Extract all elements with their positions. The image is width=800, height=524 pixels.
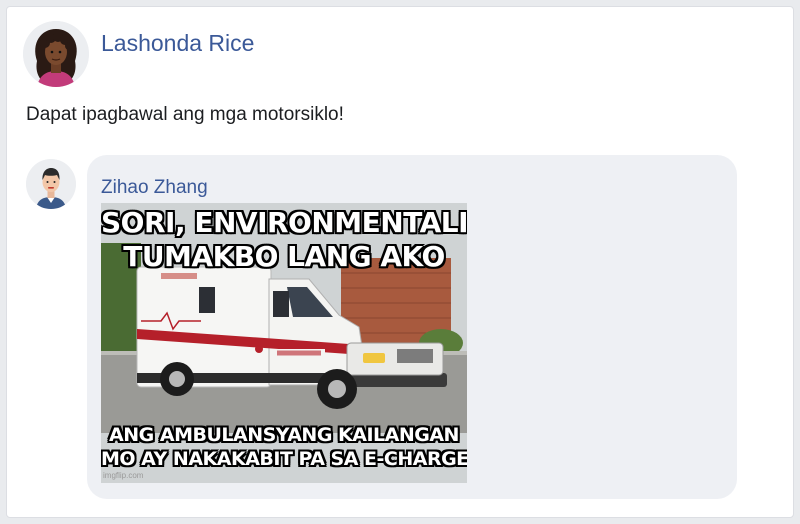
post-card: Lashonda Rice Dapat ipagbawal ang mga mo… [6,6,794,518]
meme-top-line-1: SORI, ENVIRONMENTALIST [101,206,467,239]
woman-avatar-icon [23,21,89,87]
comment-bubble: Zihao Zhang SORI, ENVIRONMENTALIST TUMAK… [87,155,737,499]
meme-bottom-line-1: ANG AMBULANSYANG KAILANGAN [109,424,459,446]
author-avatar[interactable] [23,21,89,87]
meme-image[interactable]: SORI, ENVIRONMENTALIST TUMAKBO LANG AKO … [101,203,467,483]
commenter-name[interactable]: Zihao Zhang [101,176,208,200]
commenter-avatar[interactable] [26,159,76,209]
post-text: Dapat ipagbawal ang mga motorsiklo! [26,104,344,125]
meme-bottom-line-2: MO AY NAKAKABIT PA SA E-CHARGER [101,448,467,470]
meme-watermark: imgflip.com [103,471,144,480]
author-name[interactable]: Lashonda Rice [101,29,254,57]
meme-top-line-2: TUMAKBO LANG AKO [123,240,445,273]
man-avatar-icon [26,159,76,209]
